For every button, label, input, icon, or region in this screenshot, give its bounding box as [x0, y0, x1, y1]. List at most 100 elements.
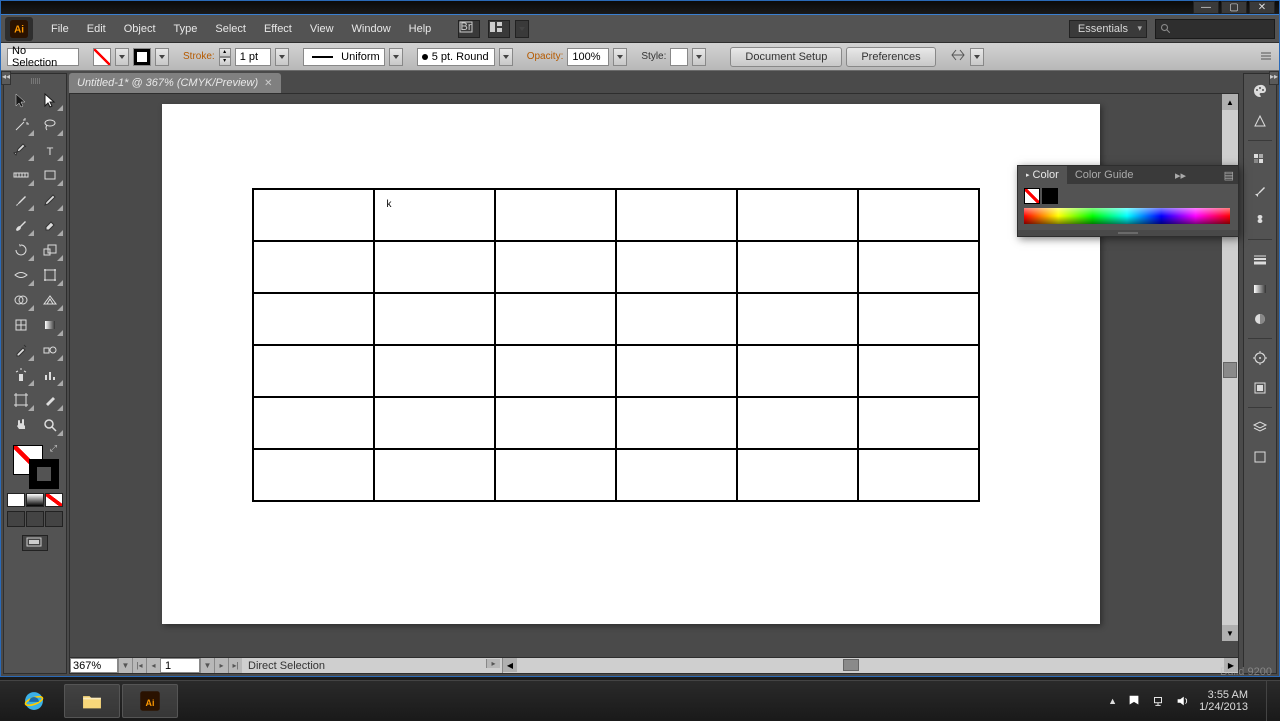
fill-dropdown[interactable] [115, 48, 129, 66]
screen-mode-button[interactable] [22, 535, 48, 551]
color-guide-tab[interactable]: Color Guide [1067, 166, 1142, 184]
tray-up-icon[interactable]: ▲ [1108, 696, 1117, 706]
stroke-weight-field[interactable]: 1 pt [235, 48, 271, 66]
brushes-panel-icon[interactable] [1248, 179, 1272, 201]
prev-artboard-button[interactable]: ◂ [146, 658, 160, 673]
width-tool[interactable] [7, 263, 35, 287]
draw-modes[interactable] [7, 511, 63, 527]
scroll-down-icon[interactable]: ▼ [1222, 625, 1238, 641]
panel-menu-icon[interactable]: ▤ [1220, 169, 1238, 182]
graphic-styles-panel-icon[interactable] [1248, 377, 1272, 399]
menu-object[interactable]: Object [116, 19, 164, 39]
mesh-tool[interactable] [7, 313, 35, 337]
rotate-tool[interactable] [7, 238, 35, 262]
line-segment-tool[interactable] [7, 163, 35, 187]
magic-wand-tool[interactable] [7, 113, 35, 137]
eyedropper-tool[interactable] [7, 338, 35, 362]
artboard[interactable]: k [162, 104, 1100, 624]
pencil-tool[interactable] [36, 188, 64, 212]
menu-edit[interactable]: Edit [79, 19, 114, 39]
free-transform-tool[interactable] [36, 263, 64, 287]
search-box[interactable] [1155, 19, 1275, 39]
brush-definition[interactable]: 5 pt. Round [417, 48, 495, 66]
stroke-label[interactable]: Stroke: [183, 51, 215, 62]
eraser-tool[interactable] [36, 213, 64, 237]
perspective-grid-tool[interactable] [36, 288, 64, 312]
window-maximize-button[interactable]: ▢ [1221, 1, 1247, 14]
window-close-button[interactable]: ✕ [1249, 1, 1275, 14]
swap-fill-stroke-icon[interactable]: ⤢ [50, 443, 57, 454]
graphic-style-swatch[interactable] [670, 48, 688, 66]
app-logo[interactable]: Ai [5, 17, 33, 41]
artboards-panel-icon[interactable] [1248, 446, 1272, 468]
align-icon[interactable] [950, 47, 966, 66]
opacity-label[interactable]: Opacity: [527, 51, 564, 62]
scale-tool[interactable] [36, 238, 64, 262]
stroke-indicator[interactable] [29, 459, 59, 489]
menu-window[interactable]: Window [344, 19, 399, 39]
horizontal-scroll-thumb[interactable] [843, 659, 859, 671]
color-spectrum[interactable] [1024, 208, 1230, 224]
controlbar-menu-icon[interactable] [1259, 49, 1273, 63]
menu-type[interactable]: Type [166, 19, 206, 39]
first-artboard-button[interactable]: |◂ [132, 658, 146, 673]
window-minimize-button[interactable]: — [1193, 1, 1219, 14]
panel-stroke-swatch[interactable] [1042, 188, 1058, 204]
panel-fill-swatch[interactable] [1024, 188, 1040, 204]
stroke-weight-stepper[interactable]: ▴▾ [219, 48, 231, 66]
paintbrush-tool[interactable] [7, 188, 35, 212]
taskbar-explorer[interactable] [64, 684, 120, 718]
panel-resize-grip[interactable] [1018, 230, 1238, 236]
menu-effect[interactable]: Effect [256, 19, 300, 39]
color-mode-button[interactable] [7, 493, 25, 507]
menu-file[interactable]: File [43, 19, 77, 39]
slice-tool[interactable] [36, 388, 64, 412]
swatches-panel-icon[interactable] [1248, 149, 1272, 171]
stroke-profile[interactable]: Uniform [303, 48, 385, 66]
stroke-panel-icon[interactable] [1248, 248, 1272, 270]
selection-tool[interactable] [7, 88, 35, 112]
fill-stroke-indicator[interactable]: ⤢ [11, 443, 59, 491]
stroke-weight-dropdown[interactable] [275, 48, 289, 66]
opacity-field[interactable]: 100% [567, 48, 609, 66]
lasso-tool[interactable] [36, 113, 64, 137]
taskbar-ie[interactable] [6, 684, 62, 718]
kuler-panel-icon[interactable] [1248, 110, 1272, 132]
pen-tool[interactable] [7, 138, 35, 162]
column-graph-tool[interactable] [36, 363, 64, 387]
blend-tool[interactable] [36, 338, 64, 362]
tool-hint[interactable]: Direct Selection ▸ [242, 658, 502, 673]
menu-view[interactable]: View [302, 19, 342, 39]
graphic-style-dropdown[interactable] [692, 48, 706, 66]
layers-panel-icon[interactable] [1248, 416, 1272, 438]
rectangle-tool[interactable] [36, 163, 64, 187]
document-setup-button[interactable]: Document Setup [730, 47, 842, 67]
arrange-docs-dropdown[interactable] [515, 20, 529, 38]
horizontal-scrollbar[interactable]: ◀ ▶ [502, 658, 1238, 673]
brush-dropdown[interactable] [499, 48, 513, 66]
show-desktop-button[interactable] [1266, 681, 1274, 721]
menu-help[interactable]: Help [401, 19, 440, 39]
last-artboard-button[interactable]: ▸| [228, 658, 242, 673]
direct-selection-tool[interactable] [36, 88, 64, 112]
zoom-tool[interactable] [36, 413, 64, 437]
panel-collapse-icon[interactable]: ▸▸ [1171, 169, 1190, 182]
stroke-swatch-dropdown[interactable] [155, 48, 169, 66]
fill-swatch[interactable] [93, 48, 111, 66]
tool-hint-dropdown[interactable]: ▸ [486, 659, 500, 668]
arrange-docs-button[interactable] [488, 20, 510, 38]
menu-select[interactable]: Select [207, 19, 254, 39]
document-tab[interactable]: Untitled-1* @ 367% (CMYK/Preview) ✕ [69, 73, 281, 93]
artboard-tool[interactable] [7, 388, 35, 412]
network-icon[interactable] [1151, 694, 1165, 708]
blob-brush-tool[interactable] [7, 213, 35, 237]
scroll-left-icon[interactable]: ◀ [503, 658, 517, 672]
align-dropdown[interactable] [970, 48, 984, 66]
artboard-dropdown[interactable]: ▼ [200, 658, 214, 673]
tools-grip[interactable] [15, 78, 55, 84]
expand-panels-left[interactable]: ◂◂ [1, 71, 11, 85]
scroll-up-icon[interactable]: ▲ [1222, 94, 1238, 110]
taskbar-illustrator[interactable]: Ai [122, 684, 178, 718]
action-center-icon[interactable] [1127, 694, 1141, 708]
gradient-tool[interactable] [36, 313, 64, 337]
